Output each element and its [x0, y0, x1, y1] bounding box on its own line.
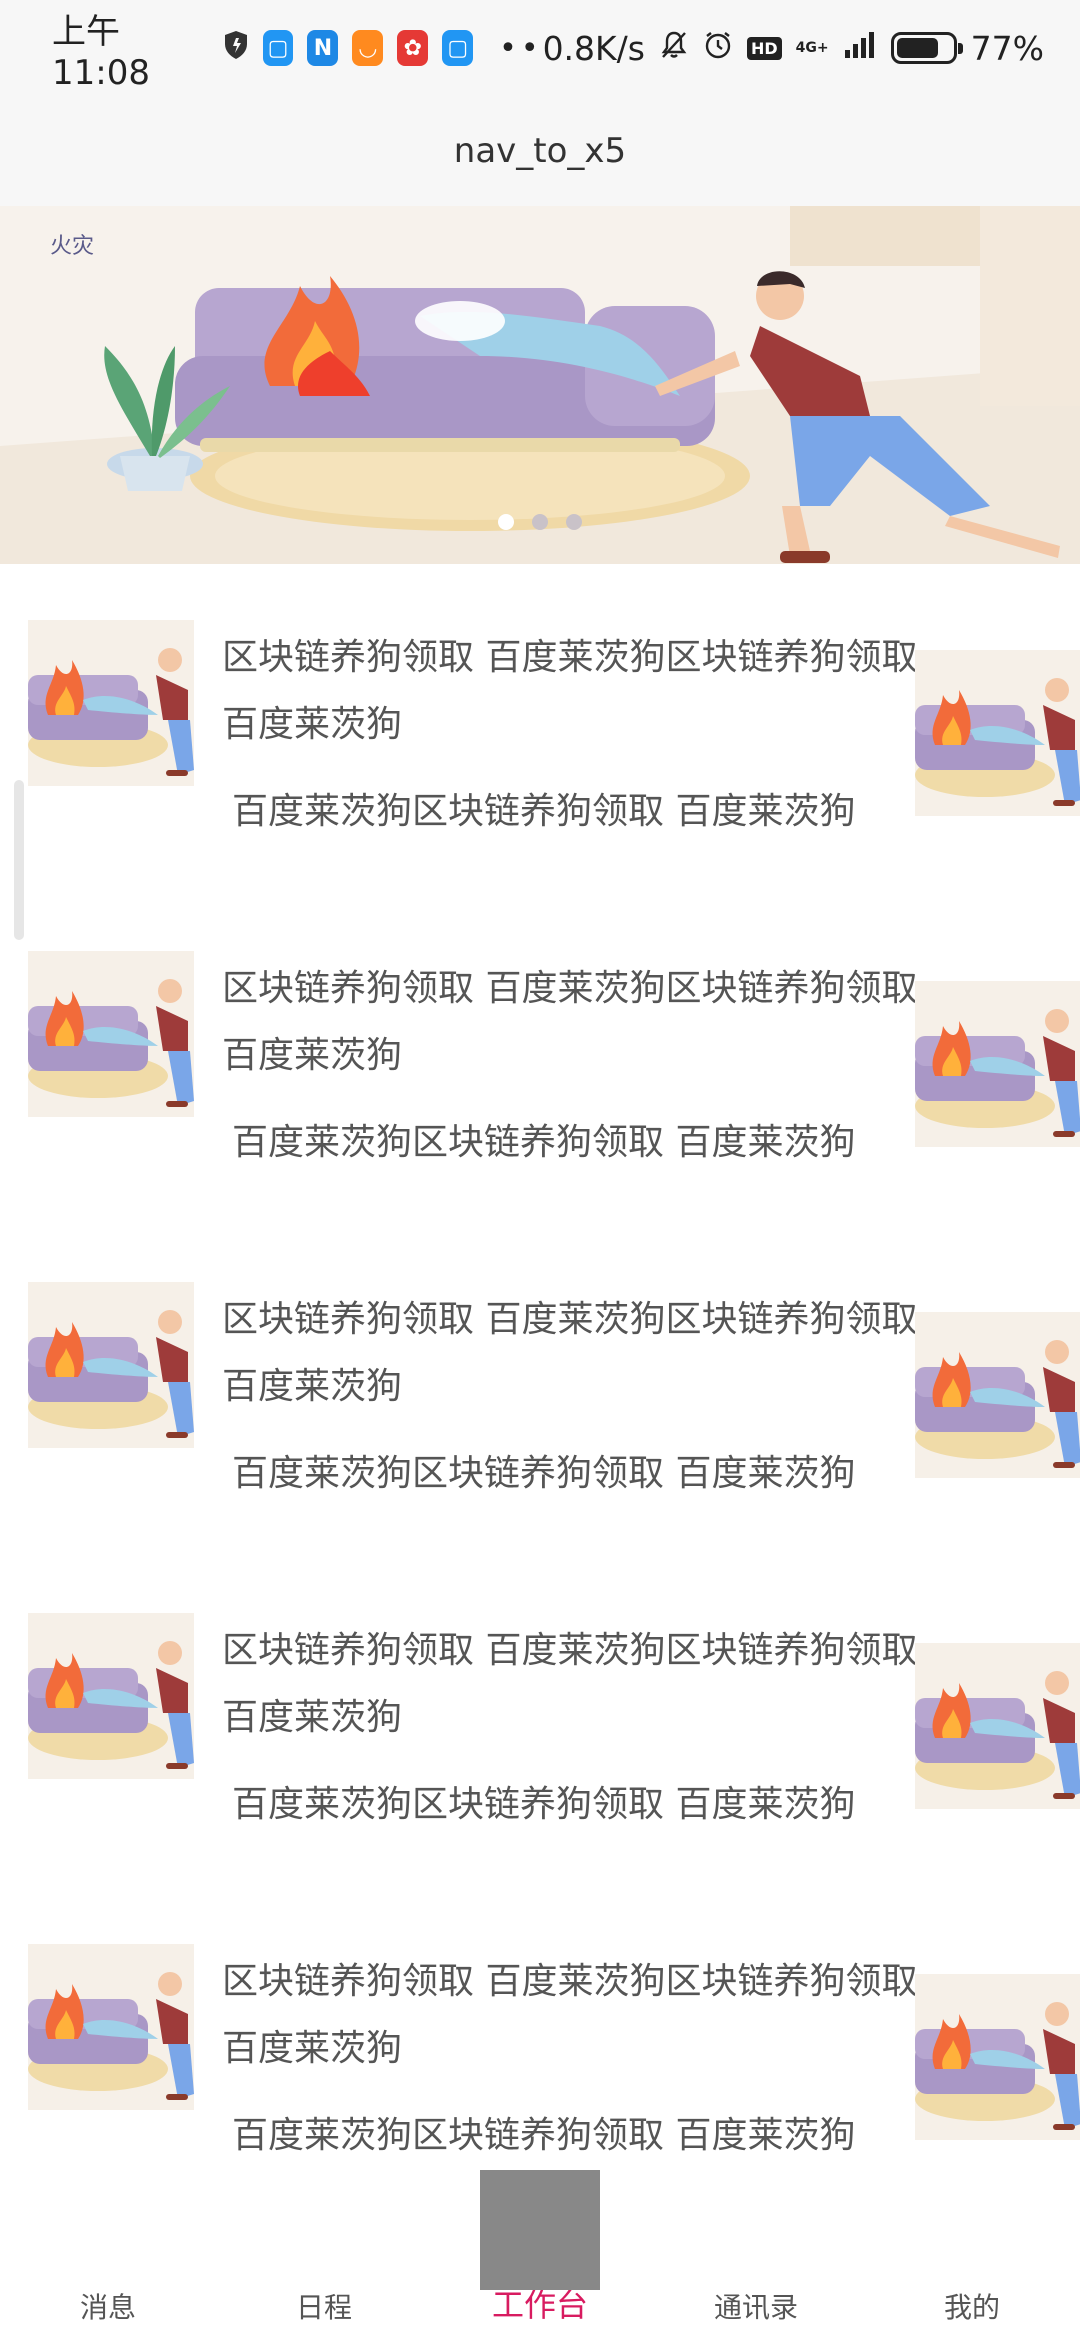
list-item-title: 区块链养狗领取 百度莱茨狗区块链养狗领取 百度莱茨狗	[222, 1961, 918, 2069]
list-item-subtitle: 百度莱茨狗区块链养狗领取 百度莱茨狗	[232, 2115, 856, 2156]
list-item-title: 区块链养狗领取 百度莱茨狗区块链养狗领取 百度莱茨狗	[222, 1630, 918, 1738]
thumbnail-image	[915, 1974, 1080, 2140]
list-item[interactable]: 区块链养狗领取 百度莱茨狗区块链养狗领取 百度莱茨狗 百度莱茨狗区块链养狗领取 …	[0, 564, 1080, 894]
list-item[interactable]: 区块链养狗领取 百度莱茨狗区块链养狗领取 百度莱茨狗 百度莱茨狗区块链养狗领取 …	[0, 1226, 1080, 1556]
network-speed: 0.8K/s	[542, 28, 645, 68]
banner-caption: 火灾	[50, 234, 95, 259]
list-item-title: 区块链养狗领取 百度莱茨狗区块链养狗领取 百度莱茨狗	[222, 637, 918, 745]
list-item[interactable]: 区块链养狗领取 百度莱茨狗区块链养狗领取 百度莱茨狗 百度莱茨狗区块链养狗领取 …	[0, 895, 1080, 1225]
thumbnail-image	[28, 1282, 194, 1448]
tab-schedule[interactable]: 日程	[216, 2240, 432, 2340]
banner-carousel[interactable]: 火灾	[0, 206, 1080, 564]
tab-label: 消息	[79, 2291, 136, 2324]
title-bar: nav_to_x5	[0, 96, 1080, 206]
center-action-button[interactable]	[480, 2170, 600, 2290]
tab-messages[interactable]: 消息	[0, 2240, 216, 2340]
tab-mine[interactable]: 我的	[864, 2240, 1080, 2340]
thumbnail-image	[28, 620, 194, 786]
signal-icon	[843, 29, 877, 68]
tab-contacts[interactable]: 通讯录	[648, 2240, 864, 2340]
list-item-subtitle: 百度莱茨狗区块链养狗领取 百度莱茨狗	[232, 1453, 856, 1494]
battery-percent: 77%	[970, 28, 1044, 68]
carousel-indicator	[0, 514, 1080, 530]
thumbnail-image	[28, 1944, 194, 2110]
mute-bell-icon	[659, 29, 689, 68]
more-dots: ••	[499, 30, 543, 66]
thumbnail-image	[915, 981, 1080, 1147]
app-icon-blue: ▢	[262, 30, 294, 66]
thumbnail-image	[28, 1613, 194, 1779]
banner-image	[0, 206, 1080, 564]
carousel-dot[interactable]	[498, 514, 514, 530]
status-time: 上午11:08	[52, 11, 150, 93]
list-item[interactable]: 区块链养狗领取 百度莱茨狗区块链养狗领取 百度莱茨狗 百度莱茨狗区块链养狗领取 …	[0, 1557, 1080, 1887]
thumbnail-image	[915, 650, 1080, 816]
n-app-icon: N	[307, 30, 339, 66]
hd-icon: HD	[747, 36, 782, 60]
page-title: nav_to_x5	[453, 131, 627, 171]
tab-label: 日程	[295, 2291, 352, 2324]
scrollbar[interactable]	[14, 780, 24, 940]
thumbnail-image	[915, 1312, 1080, 1478]
alarm-icon	[703, 29, 733, 68]
carousel-dot[interactable]	[532, 514, 548, 530]
list-item-subtitle: 百度莱茨狗区块链养狗领取 百度莱茨狗	[232, 1784, 856, 1825]
red-app-icon: ✿	[397, 30, 429, 66]
app-icon-blue-2: ▢	[442, 30, 474, 66]
list-item[interactable]: 区块链养狗领取 百度莱茨狗区块链养狗领取 百度莱茨狗 百度莱茨狗区块链养狗领取 …	[0, 1888, 1080, 2218]
shield-icon	[223, 29, 249, 68]
thumbnail-image	[915, 1643, 1080, 1809]
tab-label: 我的	[943, 2291, 1000, 2324]
status-bar: 上午11:08 ▢ N ◡ ✿ ▢ •• 0.8K/s HD 4G+ 77%	[0, 0, 1080, 96]
tab-label: 通讯录	[713, 2291, 798, 2324]
uc-browser-icon: ◡	[352, 30, 384, 66]
battery-icon	[890, 32, 963, 64]
carousel-dot[interactable]	[566, 514, 582, 530]
list-item-subtitle: 百度莱茨狗区块链养狗领取 百度莱茨狗	[232, 791, 856, 832]
net-type: 4G+	[795, 40, 829, 56]
list-item-title: 区块链养狗领取 百度莱茨狗区块链养狗领取 百度莱茨狗	[222, 1299, 918, 1407]
list-item-subtitle: 百度莱茨狗区块链养狗领取 百度莱茨狗	[232, 1122, 856, 1163]
thumbnail-image	[28, 951, 194, 1117]
list-item-title: 区块链养狗领取 百度莱茨狗区块链养狗领取 百度莱茨狗	[222, 968, 918, 1076]
